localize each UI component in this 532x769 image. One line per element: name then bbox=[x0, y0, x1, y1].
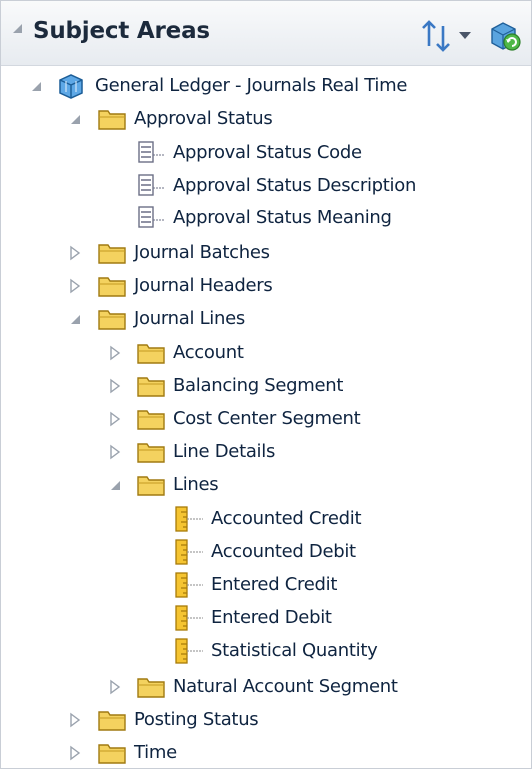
tree-node-label: Entered Debit bbox=[211, 607, 332, 628]
tree-node-label: Account bbox=[173, 342, 244, 363]
tree-node-label: Accounted Debit bbox=[211, 541, 356, 562]
attribute-column-icon bbox=[138, 174, 165, 196]
tree-node-label: Time bbox=[134, 742, 177, 763]
folder-icon bbox=[98, 310, 126, 330]
measure-column-icon bbox=[175, 605, 203, 631]
collapse-arrow-icon[interactable] bbox=[28, 78, 44, 94]
refresh-icon bbox=[491, 22, 521, 51]
measure-column-icon bbox=[175, 539, 203, 565]
tree-node-approval-status-meaning[interactable]: Approval Status Meaning bbox=[1, 202, 531, 234]
tree-node-lines[interactable]: Lines bbox=[1, 469, 531, 501]
tree-node-approval-status-code[interactable]: Approval Status Code bbox=[1, 137, 531, 169]
expand-arrow-icon[interactable] bbox=[67, 745, 83, 761]
tree-node-label: Natural Account Segment bbox=[173, 676, 398, 697]
measure-column-icon bbox=[175, 572, 203, 598]
folder-icon bbox=[137, 410, 165, 430]
tree-node-label: Journal Lines bbox=[134, 308, 245, 329]
expand-arrow-icon[interactable] bbox=[107, 679, 123, 695]
tree-node-journal-batches[interactable]: Journal Batches bbox=[1, 237, 531, 269]
tree-node-posting-status[interactable]: Posting Status bbox=[1, 704, 531, 736]
tree-node-label: Statistical Quantity bbox=[211, 640, 378, 661]
tree-node-label: Balancing Segment bbox=[173, 375, 344, 396]
measure-column-icon bbox=[175, 506, 203, 532]
folder-icon bbox=[98, 744, 126, 764]
tree-node-label: Posting Status bbox=[134, 709, 259, 730]
subject-area-cube-icon bbox=[59, 74, 83, 99]
tree-node-label: Approval Status Meaning bbox=[173, 207, 392, 228]
expand-arrow-icon[interactable] bbox=[67, 712, 83, 728]
expand-arrow-icon[interactable] bbox=[67, 245, 83, 261]
tree-node-label: Approval Status bbox=[134, 108, 273, 129]
expand-arrow-icon[interactable] bbox=[107, 411, 123, 427]
sort-button[interactable] bbox=[419, 20, 477, 52]
folder-icon bbox=[137, 344, 165, 364]
tree-node-entered-debit[interactable]: Entered Debit bbox=[1, 602, 531, 634]
panel-title: Subject Areas bbox=[33, 18, 210, 44]
expand-arrow-icon[interactable] bbox=[107, 345, 123, 361]
tree-node-label: Line Details bbox=[173, 441, 276, 462]
tree-node-general-ledger[interactable]: General Ledger - Journals Real Time bbox=[1, 70, 531, 102]
tree-node-label: Lines bbox=[173, 474, 219, 495]
tree-node-label: Approval Status Code bbox=[173, 142, 362, 163]
tree-node-label: Approval Status Description bbox=[173, 175, 417, 196]
collapse-arrow-icon[interactable] bbox=[67, 311, 83, 327]
expand-arrow-icon[interactable] bbox=[107, 444, 123, 460]
folder-icon bbox=[98, 244, 126, 264]
tree-node-statistical-quantity[interactable]: Statistical Quantity bbox=[1, 635, 531, 667]
folder-icon bbox=[137, 443, 165, 463]
tree-node-label: Entered Credit bbox=[211, 574, 338, 595]
collapse-arrow-icon[interactable] bbox=[67, 111, 83, 127]
folder-icon bbox=[137, 678, 165, 698]
attribute-column-icon bbox=[138, 141, 165, 163]
tree-node-journal-lines[interactable]: Journal Lines bbox=[1, 303, 531, 335]
tree-node-natural-account-segment[interactable]: Natural Account Segment bbox=[1, 671, 531, 703]
subject-areas-panel: Subject Areas General Ledger - Journals … bbox=[0, 0, 532, 769]
folder-icon bbox=[98, 277, 126, 297]
tree-node-entered-credit[interactable]: Entered Credit bbox=[1, 569, 531, 601]
tree-node-cost-center-segment[interactable]: Cost Center Segment bbox=[1, 403, 531, 435]
collapse-panel-icon[interactable] bbox=[13, 24, 22, 33]
attribute-column-icon bbox=[138, 206, 165, 228]
panel-header: Subject Areas bbox=[1, 1, 531, 66]
tree-node-label: Accounted Credit bbox=[211, 508, 362, 529]
folder-icon bbox=[137, 377, 165, 397]
tree-node-account[interactable]: Account bbox=[1, 337, 531, 369]
tree-node-label: Journal Batches bbox=[134, 242, 270, 263]
refresh-button[interactable] bbox=[486, 18, 522, 52]
tree-node-balancing-segment[interactable]: Balancing Segment bbox=[1, 370, 531, 402]
measure-column-icon bbox=[175, 638, 203, 664]
tree-node-approval-status-description[interactable]: Approval Status Description bbox=[1, 170, 531, 202]
tree-node-label: Cost Center Segment bbox=[173, 408, 361, 429]
expand-arrow-icon[interactable] bbox=[67, 278, 83, 294]
folder-icon bbox=[98, 110, 126, 130]
tree-node-label: Journal Headers bbox=[134, 275, 273, 296]
expand-arrow-icon[interactable] bbox=[107, 378, 123, 394]
tree-node-label: General Ledger - Journals Real Time bbox=[95, 75, 408, 96]
tree-node-accounted-credit[interactable]: Accounted Credit bbox=[1, 503, 531, 535]
tree-node-accounted-debit[interactable]: Accounted Debit bbox=[1, 536, 531, 568]
tree-node-approval-status[interactable]: Approval Status bbox=[1, 103, 531, 135]
tree-node-line-details[interactable]: Line Details bbox=[1, 436, 531, 468]
collapse-arrow-icon[interactable] bbox=[107, 477, 123, 493]
tree-node-journal-headers[interactable]: Journal Headers bbox=[1, 270, 531, 302]
folder-icon bbox=[98, 711, 126, 731]
sort-icon bbox=[422, 20, 471, 52]
tree-node-time[interactable]: Time bbox=[1, 737, 531, 769]
folder-icon bbox=[137, 476, 165, 496]
